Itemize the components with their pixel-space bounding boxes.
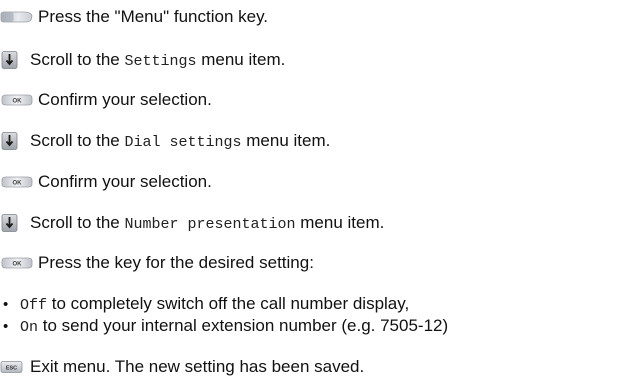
option-off-value: Off [20, 297, 48, 314]
step-exit: ESC Exit menu. The new setting has been … [0, 355, 364, 379]
esc-key-icon: ESC [0, 355, 30, 379]
option-off-text: Off to completely switch off the call nu… [20, 294, 410, 314]
step-1-text: Press the "Menu" function key. [38, 7, 269, 26]
step-7-text: Press the key for the desired setting: [38, 253, 314, 272]
scroll-down-key-icon [0, 211, 30, 235]
step-6: Scroll to the Number presentation menu i… [0, 211, 384, 235]
svg-text:OK: OK [13, 99, 23, 105]
svg-text:OK: OK [13, 262, 23, 268]
ok-key-icon: OK [0, 251, 38, 275]
step-2: Scroll to the Settings menu item. [0, 48, 285, 72]
step-6-text: Scroll to the Number presentation menu i… [30, 213, 385, 233]
menu-key-icon [0, 5, 38, 29]
menu-item-number-presentation: Number presentation [124, 216, 296, 233]
step-3-text: Confirm your selection. [38, 90, 212, 109]
svg-text:ESC: ESC [6, 366, 17, 372]
step-4: Scroll to the Dial settings menu item. [0, 129, 330, 153]
step-5: OK Confirm your selection. [0, 170, 212, 194]
step-3: OK Confirm your selection. [0, 88, 212, 112]
bullet-marker: • [3, 295, 9, 313]
option-on-value: On [20, 319, 39, 336]
step-2-text: Scroll to the Settings menu item. [30, 50, 286, 70]
menu-item-settings: Settings [124, 53, 197, 70]
svg-text:OK: OK [13, 181, 23, 187]
option-on-text: On to send your internal extension numbe… [20, 316, 449, 336]
step-1: Press the "Menu" function key. [0, 5, 268, 29]
step-4-text: Scroll to the Dial settings menu item. [30, 131, 331, 151]
scroll-down-key-icon [0, 129, 30, 153]
ok-key-icon: OK [0, 88, 38, 112]
option-on: • On to send your internal extension num… [0, 315, 448, 337]
option-off: • Off to completely switch off the call … [0, 293, 409, 315]
step-7: OK Press the key for the desired setting… [0, 251, 314, 275]
step-exit-text: Exit menu. The new setting has been save… [30, 357, 365, 376]
ok-key-icon: OK [0, 170, 38, 194]
bullet-marker: • [3, 317, 9, 335]
menu-item-dial-settings: Dial settings [124, 134, 242, 151]
step-5-text: Confirm your selection. [38, 172, 212, 191]
scroll-down-key-icon [0, 48, 30, 72]
